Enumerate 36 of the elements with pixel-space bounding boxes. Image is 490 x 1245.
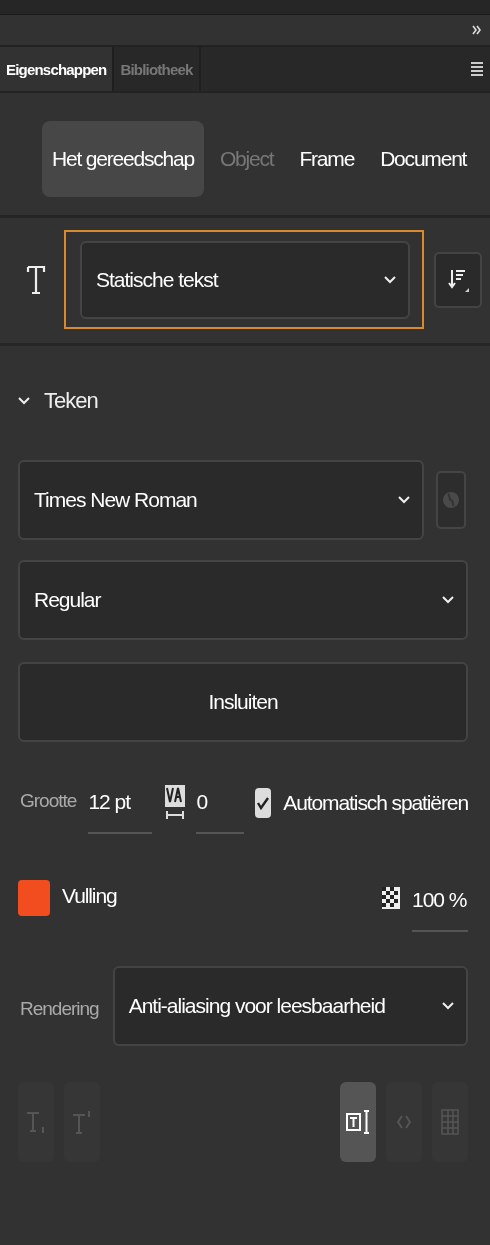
size-field[interactable]: 12 pt bbox=[88, 784, 153, 834]
panel-tab[interactable]: Eigenschappen bbox=[0, 47, 115, 91]
chevron-icon bbox=[384, 276, 396, 284]
mode-tab[interactable]: Frame bbox=[289, 121, 365, 197]
checkbox-label: Automatisch spatiëren bbox=[283, 791, 468, 815]
chevron-icon bbox=[398, 496, 411, 504]
embed-button[interactable]: Insluiten bbox=[18, 662, 468, 742]
tracking-icon bbox=[164, 784, 187, 822]
chevron-icon bbox=[442, 1002, 454, 1010]
fill-label: Vulling bbox=[62, 884, 117, 908]
checkmark-icon bbox=[256, 796, 271, 810]
rendering-label: Rendering bbox=[20, 998, 99, 1020]
double-chevron-icon[interactable] bbox=[472, 25, 482, 35]
selectable-button[interactable] bbox=[340, 1082, 376, 1162]
tracking-field[interactable]: 0 bbox=[196, 784, 245, 834]
border-icon bbox=[438, 1107, 462, 1137]
globe-icon bbox=[442, 491, 461, 509]
chevron-icon bbox=[442, 596, 454, 604]
fill-color-swatch[interactable] bbox=[18, 880, 50, 916]
text-tool-icon bbox=[26, 264, 46, 295]
size-label: Grootte bbox=[20, 790, 77, 812]
text-direction-button[interactable] bbox=[434, 251, 482, 308]
opacity-field[interactable]: 100 % bbox=[412, 880, 468, 932]
checkerboard-icon bbox=[382, 887, 400, 909]
chevron-icon[interactable] bbox=[18, 397, 30, 405]
font-style-dropdown[interactable]: Regular bbox=[18, 560, 468, 640]
checkbox[interactable] bbox=[255, 788, 272, 818]
text-direction-icon bbox=[447, 267, 469, 292]
text-type-dropdown[interactable]: Statische tekst bbox=[80, 241, 410, 319]
rendering-dropdown[interactable]: Anti-aliasing voor leesbaarheid bbox=[112, 966, 468, 1046]
menu-icon[interactable] bbox=[470, 61, 484, 77]
font-family-dropdown[interactable]: Times New Roman bbox=[18, 460, 425, 540]
mode-tab[interactable]: Document bbox=[370, 121, 477, 197]
section-title: Teken bbox=[44, 388, 98, 414]
selectable-icon bbox=[346, 1107, 370, 1137]
mode-tab[interactable]: Het gereedschap bbox=[42, 121, 204, 197]
